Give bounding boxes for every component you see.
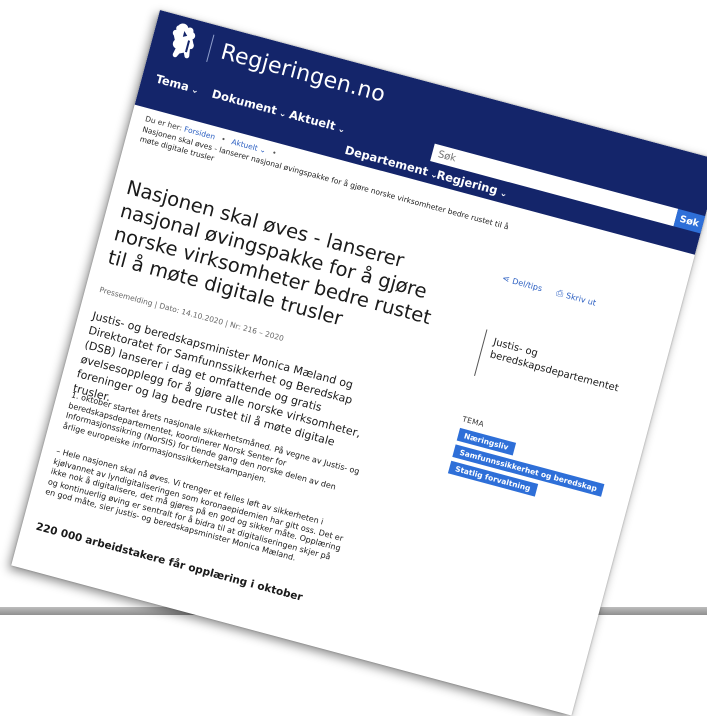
breadcrumb-separator: •	[220, 134, 227, 145]
department-divider	[474, 329, 488, 377]
nav-departement-label: Departement	[343, 142, 430, 179]
department-name[interactable]: Justis- og beredskapsdepartementet	[488, 336, 630, 397]
nav-tema[interactable]: Tema⌄	[154, 72, 201, 97]
breadcrumb-separator: •	[270, 148, 278, 158]
nav-tema-label: Tema	[154, 71, 191, 94]
nav-departement[interactable]: Departement⌄	[343, 143, 440, 181]
print-button[interactable]: ⎙Skriv ut	[555, 288, 597, 308]
chevron-down-icon: ⌄	[336, 124, 347, 136]
nav-aktuelt-label: Aktuelt	[287, 107, 338, 134]
share-label: Del/tips	[511, 276, 544, 294]
nav-dokument[interactable]: Dokument⌄	[210, 87, 288, 121]
share-icon: ⋖	[500, 273, 511, 286]
chevron-down-icon: ⌄	[498, 188, 509, 200]
share-button[interactable]: ⋖Del/tips	[501, 274, 543, 294]
tema-heading: TEMA	[461, 414, 486, 429]
print-label: Skriv ut	[565, 291, 598, 308]
chevron-down-icon: ⌄	[189, 84, 200, 97]
logo-divider	[206, 34, 215, 62]
norwegian-lion-icon[interactable]	[162, 17, 205, 64]
chevron-down-icon: ⌄	[256, 144, 268, 156]
nav-dokument-label: Dokument	[210, 86, 279, 118]
search-button[interactable]: Søk	[673, 208, 706, 234]
print-icon: ⎙	[554, 288, 565, 300]
chevron-down-icon: ⌄	[277, 108, 288, 121]
nav-aktuelt[interactable]: Aktuelt⌄	[288, 107, 348, 136]
